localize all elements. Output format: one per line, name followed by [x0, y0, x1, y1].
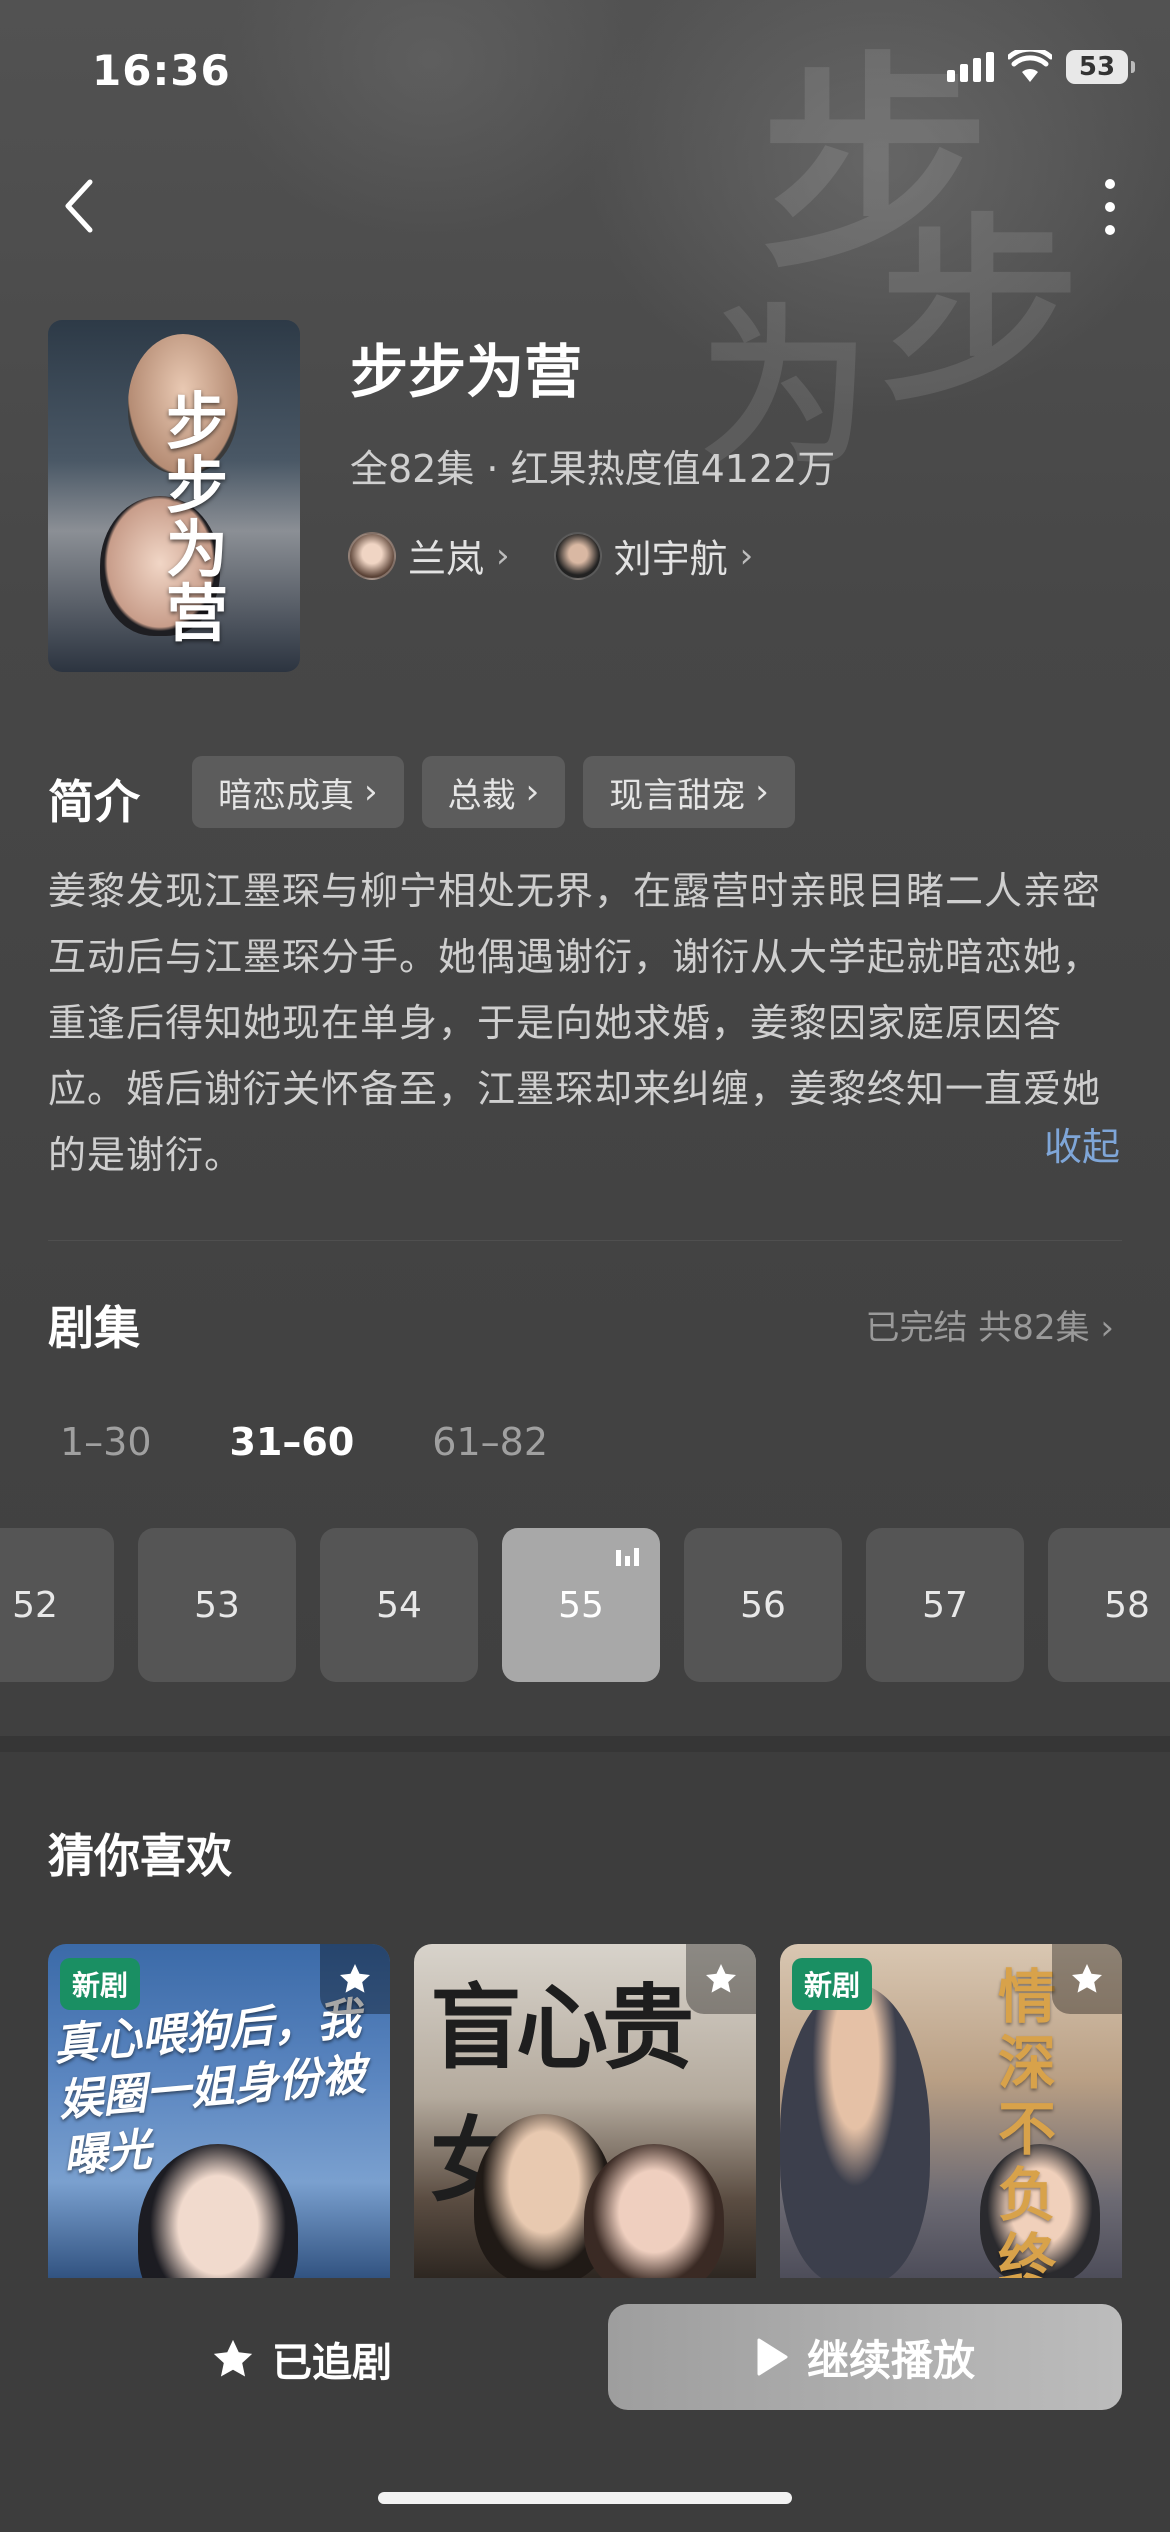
avatar [553, 531, 602, 580]
episode-button-current[interactable]: 55 [502, 1528, 660, 1682]
tag-label: 暗恋成真 [218, 775, 354, 816]
episode-range-tabs: 1–30 31–60 61–82 [60, 1420, 548, 1464]
follow-button[interactable]: 已追剧 [210, 2330, 392, 2388]
episode-button[interactable]: 52 [0, 1528, 114, 1682]
recommend-list: 真心喂狗后，我娱圈一姐身份被曝光 新剧 盲心贵女 情深不负终有 新剧 [48, 1944, 1122, 2284]
episodes-heading: 剧集 [48, 1301, 140, 1355]
card-actor-image [780, 1984, 930, 2284]
back-arrow-icon[interactable] [54, 172, 110, 240]
cast-item[interactable]: 刘宇航 › [553, 528, 754, 583]
recommend-card[interactable]: 盲心贵女 [414, 1944, 756, 2284]
episodes-status: 已完结 共82集 [865, 1308, 1090, 1348]
new-badge: 新剧 [792, 1958, 873, 2010]
star-filled-icon [213, 2339, 253, 2377]
episode-button[interactable]: 53 [138, 1528, 296, 1682]
tag-chip[interactable]: 总裁 › [421, 756, 566, 828]
chevron-right-icon: › [739, 535, 754, 576]
recommend-card[interactable]: 情深不负终有 新剧 [780, 1944, 1122, 2284]
divider [48, 1240, 1122, 1241]
episode-button[interactable]: 54 [320, 1528, 478, 1682]
range-tab-active[interactable]: 31–60 [230, 1420, 355, 1464]
status-icons: 53 [947, 50, 1135, 84]
tag-chip[interactable]: 暗恋成真 › [192, 756, 404, 828]
favorite-star-icon[interactable] [320, 1944, 390, 2014]
episodes-status-link[interactable]: 已完结 共82集 › [866, 1300, 1115, 1349]
chevron-right-icon: › [755, 772, 769, 812]
drama-poster: 步步为营 [48, 320, 300, 672]
episode-list: 52 53 54 55 56 57 58 [0, 1528, 1170, 1682]
episode-button[interactable]: 56 [684, 1528, 842, 1682]
continue-play-button[interactable]: 继续播放 [608, 2304, 1122, 2410]
intro-heading: 简介 [48, 775, 140, 829]
poster-title-art: 步步为营 [166, 385, 229, 650]
chevron-right-icon: › [496, 535, 510, 576]
episode-number: 55 [558, 1584, 604, 1626]
range-tab[interactable]: 1–30 [60, 1420, 152, 1464]
more-options-icon[interactable] [1090, 172, 1130, 242]
wifi-icon [1008, 50, 1052, 82]
cast-list: 兰岚 › 刘宇航 › [348, 528, 753, 583]
recommend-card[interactable]: 真心喂狗后，我娱圈一姐身份被曝光 新剧 [48, 1944, 390, 2284]
drama-meta: 全82集 · 红果热度值4122万 [350, 447, 836, 491]
follow-label: 已追剧 [272, 2340, 392, 2386]
episode-button[interactable]: 57 [866, 1528, 1024, 1682]
status-time: 16:36 [92, 46, 231, 95]
drama-title: 步步为营 [350, 338, 583, 406]
play-label: 继续播放 [806, 2335, 975, 2385]
synopsis-text: 姜黎发现江墨琛与柳宁相处无界，在露营时亲眼目睹二人亲密互动后与江墨琛分手。她偶遇… [48, 869, 1102, 1177]
cast-item[interactable]: 兰岚 › [348, 528, 510, 583]
new-badge: 新剧 [60, 1958, 141, 2010]
range-tab[interactable]: 61–82 [432, 1420, 548, 1464]
collapse-link[interactable]: 收起 [1044, 1116, 1120, 1171]
tag-chip[interactable]: 现言甜宠 › [583, 756, 795, 828]
cast-name: 兰岚 [408, 537, 485, 581]
battery-icon: 53 [1066, 50, 1135, 84]
chevron-right-icon: › [525, 772, 540, 812]
chevron-right-icon: › [364, 772, 378, 812]
favorite-star-icon[interactable] [686, 1944, 756, 2014]
cellular-signal-icon [947, 52, 994, 82]
now-playing-icon [616, 1548, 639, 1566]
home-indicator[interactable] [378, 2492, 792, 2504]
tag-label: 总裁 [447, 775, 516, 816]
tag-list: 暗恋成真 › 总裁 › 现言甜宠 › [192, 756, 795, 828]
section-separator [0, 1736, 1170, 1752]
card-actress-image [584, 2144, 724, 2284]
tag-label: 现言甜宠 [609, 775, 746, 816]
avatar [348, 531, 396, 580]
play-icon [757, 2338, 788, 2376]
cast-name: 刘宇航 [613, 537, 728, 581]
chevron-right-icon: › [1100, 1308, 1114, 1348]
episode-button[interactable]: 58 [1048, 1528, 1170, 1682]
favorite-star-icon[interactable] [1052, 1944, 1122, 2014]
background-watermark: 步 [880, 195, 1081, 430]
recommend-heading: 猜你喜欢 [48, 1829, 232, 1883]
